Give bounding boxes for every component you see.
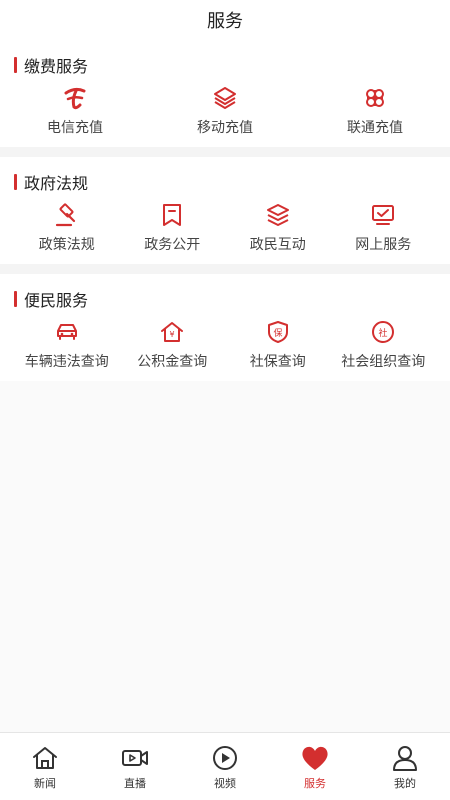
item-label: 网上服务 — [355, 237, 412, 253]
china-telecom-icon — [61, 84, 89, 112]
item-label: 社会组织查询 — [341, 354, 426, 370]
user-icon — [390, 743, 420, 773]
tab-label: 视频 — [214, 776, 236, 790]
house-yen-icon: ¥ — [158, 318, 186, 346]
home-icon — [30, 743, 60, 773]
play-circle-icon — [210, 743, 240, 773]
telecom-recharge-button[interactable]: 电信充值 — [0, 84, 150, 137]
section-divider — [0, 147, 450, 157]
page-title: 服务 — [0, 0, 450, 40]
citizen-interaction-button[interactable]: 政民互动 — [225, 201, 331, 254]
unicom-recharge-button[interactable]: 联通充值 — [300, 84, 450, 137]
section-convenience: 便民服务 车辆违法查询 ¥ 公积金查询 保 社保查询 社 社会组织查询 — [0, 274, 450, 381]
item-label: 政民互动 — [249, 237, 306, 253]
social-security-query-button[interactable]: 保 社保查询 — [225, 318, 331, 371]
tab-news[interactable]: 新闻 — [0, 733, 90, 800]
item-label: 政策法规 — [38, 237, 95, 253]
section-government: 政府法规 政策法规 政务公开 政民互动 网上服务 — [0, 157, 450, 264]
tab-video[interactable]: 视频 — [180, 733, 270, 800]
bao-glyph: 保 — [273, 327, 282, 339]
section-title-text: 便民服务 — [24, 291, 89, 310]
section-title-text: 政府法规 — [24, 174, 89, 193]
item-label: 移动充值 — [197, 120, 253, 136]
china-mobile-icon — [211, 84, 239, 112]
shield-bao-icon: 保 — [264, 318, 292, 346]
section-payment: 缴费服务 电信充值 移动充值 联通充值 — [0, 40, 450, 147]
section-accent-bar — [14, 174, 17, 190]
tab-label: 服务 — [304, 776, 326, 790]
yen-glyph: ¥ — [170, 330, 175, 339]
section-title-text: 缴费服务 — [24, 57, 89, 76]
item-label: 车辆违法查询 — [24, 354, 109, 370]
policy-regulations-button[interactable]: 政策法规 — [14, 201, 120, 254]
section-title: 便民服务 — [0, 286, 450, 312]
section-accent-bar — [14, 291, 17, 307]
tab-label: 直播 — [124, 776, 146, 790]
service-page: 服务 缴费服务 电信充值 移动充值 联通充值 政府法规 政策法规 政务公开 政民… — [0, 0, 450, 800]
she-glyph: 社 — [379, 327, 388, 339]
item-label: 公积金查询 — [137, 354, 208, 370]
video-camera-icon — [120, 743, 150, 773]
item-label: 政务公开 — [144, 237, 201, 253]
mobile-recharge-button[interactable]: 移动充值 — [150, 84, 300, 137]
tab-service[interactable]: 服务 — [270, 733, 360, 800]
item-label: 社保查询 — [249, 354, 306, 370]
tab-label: 我的 — [394, 776, 416, 790]
item-label: 联通充值 — [347, 120, 403, 136]
heart-icon — [300, 743, 330, 773]
circle-she-icon: 社 — [369, 318, 397, 346]
bookmark-icon — [158, 201, 186, 229]
government-affairs-button[interactable]: 政务公开 — [120, 201, 226, 254]
section-title: 缴费服务 — [0, 52, 450, 78]
car-icon — [53, 318, 81, 346]
gavel-icon — [53, 201, 81, 229]
section-title: 政府法规 — [0, 169, 450, 195]
tab-label: 新闻 — [34, 776, 56, 790]
housing-fund-query-button[interactable]: ¥ 公积金查询 — [120, 318, 226, 371]
online-service-button[interactable]: 网上服务 — [331, 201, 437, 254]
social-organization-query-button[interactable]: 社 社会组织查询 — [331, 318, 437, 371]
item-label: 电信充值 — [47, 120, 103, 136]
layers-icon — [264, 201, 292, 229]
tab-live[interactable]: 直播 — [90, 733, 180, 800]
section-divider — [0, 264, 450, 274]
tab-mine[interactable]: 我的 — [360, 733, 450, 800]
monitor-check-icon — [369, 201, 397, 229]
china-unicom-icon — [361, 84, 389, 112]
section-accent-bar — [14, 57, 17, 73]
bottom-tab-bar: 新闻 直播 视频 服务 我的 — [0, 732, 450, 800]
vehicle-violation-query-button[interactable]: 车辆违法查询 — [14, 318, 120, 371]
